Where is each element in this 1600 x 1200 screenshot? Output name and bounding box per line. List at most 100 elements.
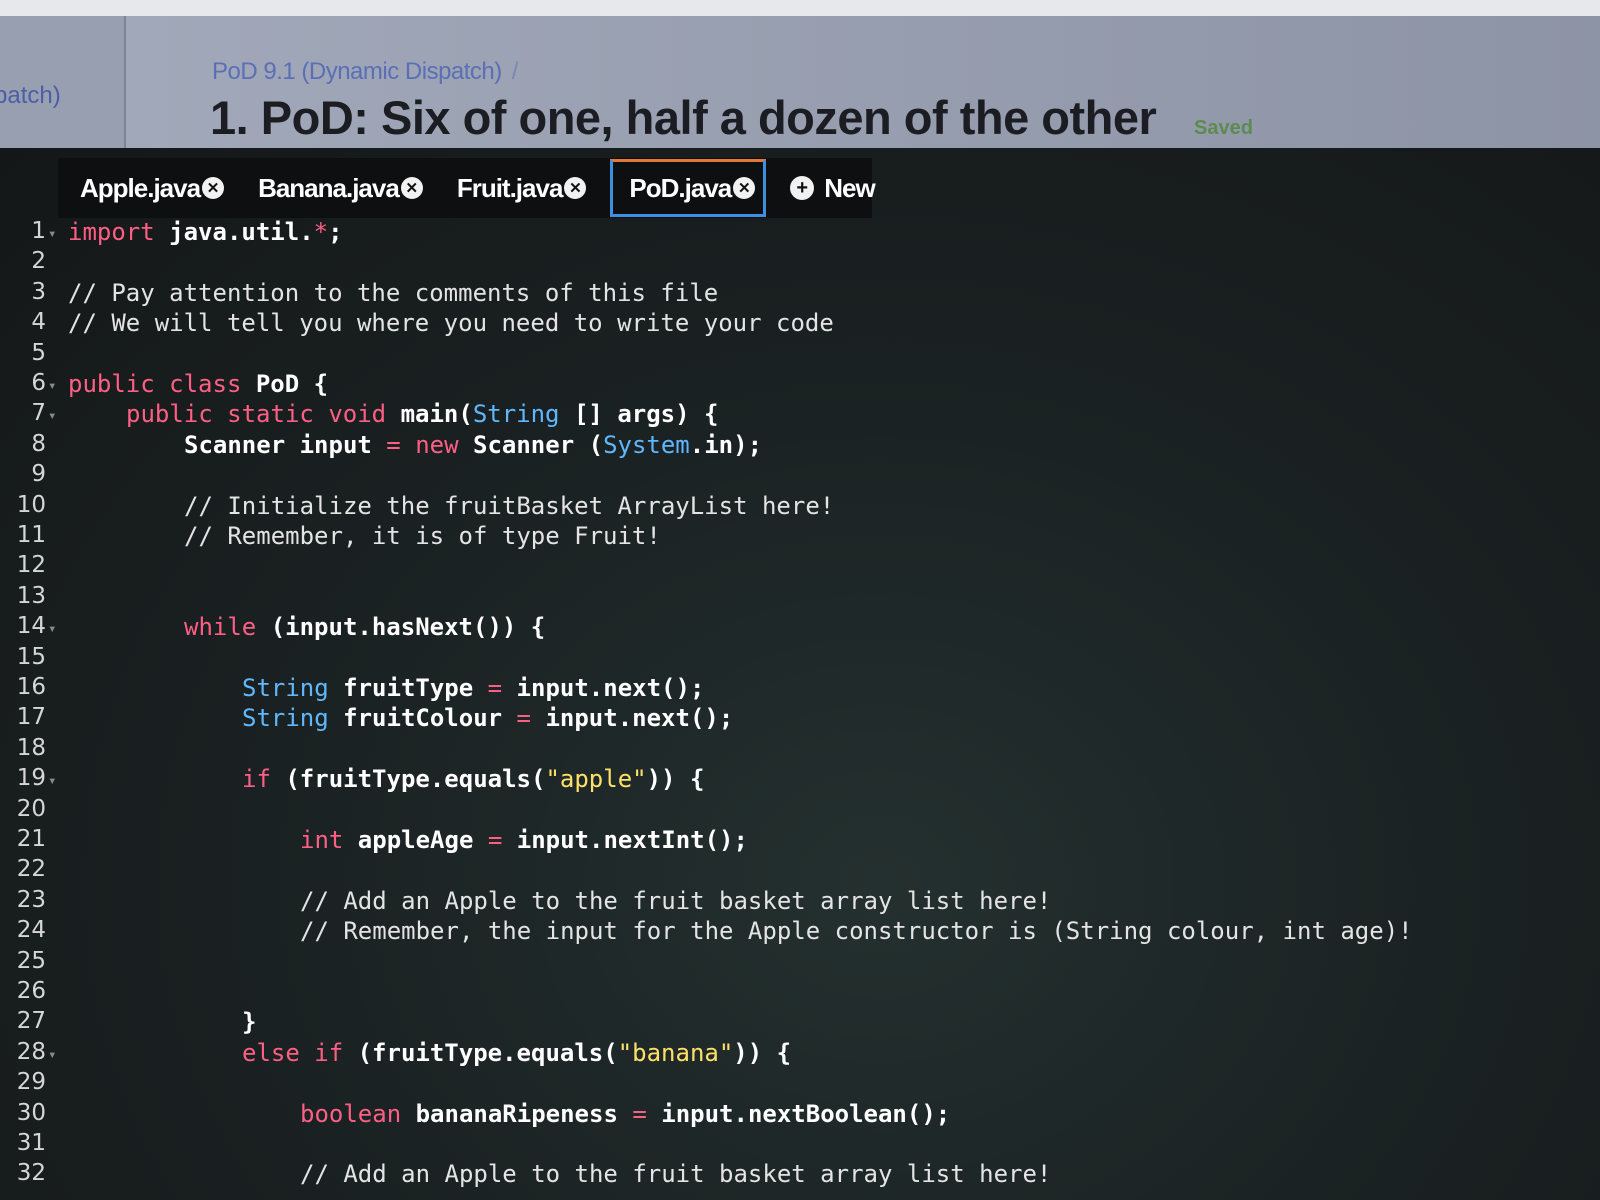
code-token: = (487, 674, 503, 702)
close-icon[interactable]: ✕ (400, 177, 423, 199)
code-token: // Add an Apple to the fruit basket arra… (300, 1160, 1052, 1189)
line-number: 5 (31, 339, 46, 366)
tab-apple-java[interactable]: Apple.java ✕ (58, 160, 236, 216)
fold-arrow-icon[interactable]: ▾ (48, 378, 56, 394)
code-token: * (313, 218, 329, 246)
side-breadcrumb-text[interactable]: patch) (0, 82, 61, 110)
line-number: 7 (31, 400, 46, 427)
code-token: int (300, 826, 344, 854)
code-token: // We will tell you where you need to wr… (68, 309, 834, 338)
code-token: fruitColour (328, 704, 517, 733)
line-number: 16 (16, 674, 46, 700)
code-token: = (487, 826, 503, 854)
code-token: String (472, 400, 560, 429)
code-token: ; (328, 218, 343, 246)
code-token: )) { (733, 1038, 792, 1067)
new-file-button[interactable]: + New (766, 160, 886, 216)
line-number: 32 (16, 1160, 46, 1187)
line-number: 15 (16, 643, 46, 670)
code-token: Scanner input (184, 430, 387, 459)
new-file-label: New (824, 172, 875, 203)
line-number: 3 (31, 278, 46, 305)
code-token: // Remember, the input for the Apple con… (300, 917, 1413, 946)
line-number: 2 (31, 248, 46, 275)
line-number: 27 (16, 1008, 46, 1035)
code-token: public (126, 400, 213, 429)
code-token: appleAge (343, 826, 488, 854)
code-text: String fruitType = input.next(); (242, 674, 704, 702)
tab-label: Banana.java (258, 172, 400, 203)
breadcrumb: PoD 9.1 (Dynamic Dispatch) / (212, 58, 518, 86)
code-token: if (242, 765, 271, 794)
tab-banana-java[interactable]: Banana.java ✕ (236, 160, 435, 216)
line-number: 23 (16, 886, 46, 913)
browser-top-strip (0, 0, 1600, 16)
tab-pod-java[interactable]: PoD.java ✕ (610, 159, 767, 217)
line-number: 14 (16, 613, 46, 640)
close-icon[interactable]: ✕ (733, 177, 756, 199)
code-token: static (227, 400, 314, 429)
code-token: String (242, 674, 329, 702)
fold-arrow-icon[interactable]: ▾ (48, 1047, 56, 1063)
code-token: // Pay attention to the comments of this… (68, 278, 719, 307)
page-title: 1. PoD: Six of one, half a dozen of the … (210, 91, 1157, 144)
breadcrumb-link[interactable]: PoD 9.1 (Dynamic Dispatch) (212, 58, 502, 85)
save-status: Saved (1194, 117, 1253, 139)
code-token: boolean (300, 1099, 402, 1128)
side-breadcrumb-panel[interactable]: patch) (0, 16, 126, 148)
code-token: input.next(); (531, 704, 734, 733)
code-text: // Remember, the input for the Apple con… (300, 917, 1413, 945)
code-token: .in); (689, 430, 763, 459)
line-number: 17 (16, 704, 46, 731)
code-text: boolean bananaRipeness = input.nextBoole… (300, 1100, 950, 1128)
file-tab-bar: Apple.java ✕ Banana.java ✕ Fruit.java ✕ … (58, 158, 876, 218)
code-token: void (328, 400, 387, 429)
code-token: (fruitType.equals( (270, 765, 546, 794)
fold-arrow-icon[interactable]: ▾ (48, 621, 56, 637)
code-token: )) { (646, 765, 705, 794)
code-token: PoD { (255, 370, 329, 398)
code-token: input.nextInt(); (502, 826, 748, 854)
code-token: = (516, 704, 531, 733)
fold-arrow-icon[interactable]: ▾ (48, 408, 56, 424)
code-token: (input.hasNext()) { (256, 613, 546, 642)
code-text: // Initialize the fruitBasket ArrayList … (184, 492, 834, 520)
code-token: } (242, 1008, 257, 1037)
line-number: 10 (16, 491, 46, 518)
code-text: String fruitColour = input.next(); (242, 704, 733, 732)
code-token: class (169, 370, 242, 398)
fold-arrow-icon[interactable]: ▾ (48, 773, 56, 789)
code-token: public (68, 370, 155, 398)
line-number: 13 (16, 582, 46, 609)
code-text: public static void main(String [] args) … (126, 400, 718, 428)
line-number: 30 (16, 1099, 46, 1126)
line-number: 28 (16, 1038, 46, 1065)
code-token: "apple" (545, 765, 647, 794)
code-token: if (314, 1038, 344, 1067)
code-text: Scanner input = new Scanner (System.in); (184, 431, 762, 459)
line-number: 19 (16, 765, 46, 792)
line-number: 1 (31, 218, 46, 244)
line-number: 20 (16, 795, 46, 822)
code-token: System (603, 430, 690, 459)
code-text: if (fruitType.equals("apple")) { (242, 765, 704, 793)
code-text: // Add an Apple to the fruit basket arra… (300, 1160, 1051, 1188)
code-token: bananaRipeness (401, 1099, 633, 1128)
close-icon[interactable]: ✕ (564, 177, 587, 199)
code-text: else if (fruitType.equals("banana")) { (242, 1039, 791, 1067)
line-number: 29 (16, 1069, 46, 1096)
fold-arrow-icon[interactable]: ▾ (48, 226, 56, 242)
code-token: // Add an Apple to the fruit basket arra… (300, 886, 1052, 915)
code-token: = (386, 430, 401, 459)
code-text: public class PoD { (68, 370, 328, 398)
code-token: // Initialize the fruitBasket ArrayList … (184, 491, 835, 520)
tab-fruit-java[interactable]: Fruit.java ✕ (435, 160, 599, 216)
line-number: 12 (16, 552, 46, 579)
tab-label: Apple.java (80, 172, 201, 203)
code-token: else (242, 1038, 300, 1067)
close-icon[interactable]: ✕ (202, 177, 225, 199)
